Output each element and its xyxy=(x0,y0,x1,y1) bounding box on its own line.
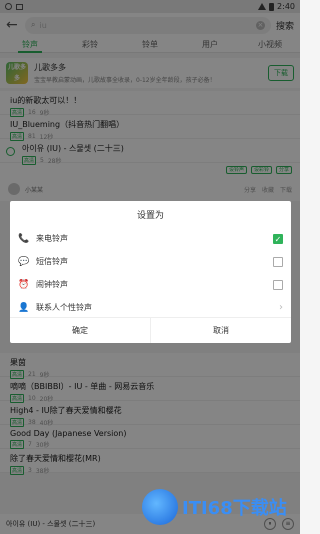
option-alarm-ringtone[interactable]: ⏰ 闹钟铃声 xyxy=(10,273,291,296)
option-label: 联系人个性铃声 xyxy=(36,303,92,312)
confirm-button[interactable]: 确定 xyxy=(10,318,150,343)
option-label: 短信铃声 xyxy=(36,257,68,266)
phone-icon: 📞 xyxy=(18,233,30,244)
dialog-actions: 确定 取消 xyxy=(10,317,291,343)
option-label: 闹钟铃声 xyxy=(36,280,68,289)
set-as-dialog: 设置为 📞 来电铃声 ✓ 💬 短信铃声 ⏰ 闹钟铃声 👤 联系人个性铃声 › 确… xyxy=(10,201,291,343)
contact-icon: 👤 xyxy=(18,302,30,313)
watermark: ITI68下载站 xyxy=(142,486,292,528)
option-label: 来电铃声 xyxy=(36,234,68,243)
alarm-icon: ⏰ xyxy=(18,279,30,290)
sms-icon: 💬 xyxy=(18,256,30,267)
watermark-text: ITI68下载站 xyxy=(182,498,287,519)
checkbox[interactable] xyxy=(273,256,283,267)
option-contact-ringtone[interactable]: 👤 联系人个性铃声 › xyxy=(10,296,291,319)
dialog-title: 设置为 xyxy=(136,211,164,221)
watermark-logo-icon xyxy=(142,489,178,525)
option-sms-ringtone[interactable]: 💬 短信铃声 xyxy=(10,250,291,273)
cancel-button[interactable]: 取消 xyxy=(150,318,291,343)
chevron-right-icon[interactable]: › xyxy=(279,302,283,313)
option-call-ringtone[interactable]: 📞 来电铃声 ✓ xyxy=(10,227,291,250)
checkbox[interactable] xyxy=(273,279,283,290)
checkbox-checked[interactable]: ✓ xyxy=(273,233,283,244)
